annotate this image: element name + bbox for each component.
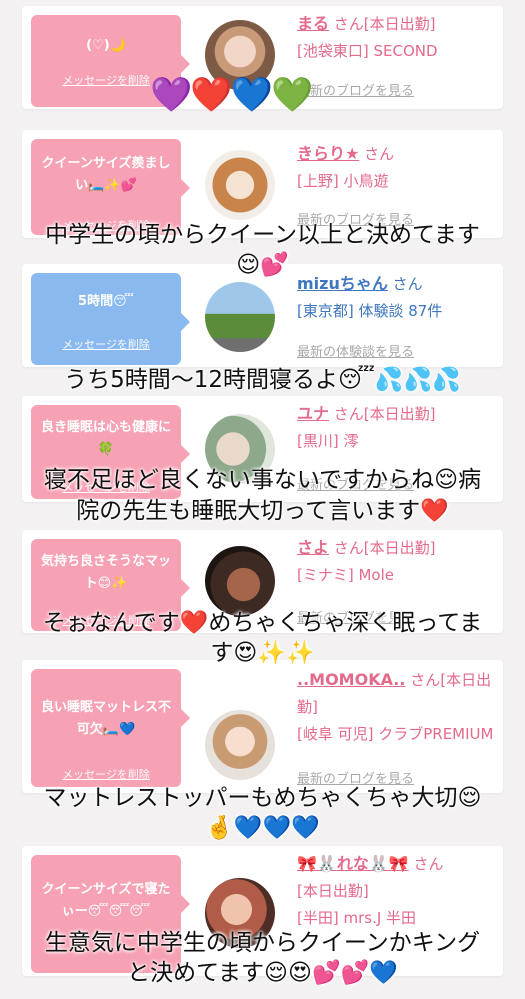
avatar[interactable] <box>205 150 275 220</box>
user-name-link[interactable]: まる <box>297 14 329 33</box>
message-text: 5時間😴 <box>78 294 134 309</box>
user-info: 🎀🐰れな🐰🎀 さん [本日出勤] [半田] mrs.J 半田 <box>297 850 497 932</box>
overlay-caption: うち5時間〜12時間寝るよ😴💦💦💦 <box>64 367 461 393</box>
overlay-caption: 生意気に中学生の頃からクイーンかキング <box>44 930 481 956</box>
user-name-link[interactable]: ユナ <box>297 404 329 423</box>
user-info: きらり★ さん [上野] 小鳥遊 <box>297 140 497 195</box>
overlay-caption: 🤞💙💙💙 <box>205 815 320 841</box>
view-reviews-link[interactable]: 最新の体験談を見る <box>297 341 414 360</box>
heart-emoji-overlay: 💜❤️💙💚 <box>150 75 313 115</box>
user-name-link[interactable]: さよ <box>297 538 329 557</box>
user-name-link[interactable]: ..MOMOKA.. <box>297 670 405 689</box>
message-text: クイーンサイズ羨ましい🛏️✨💕 <box>41 156 171 193</box>
overlay-caption: と決めてます😌😍💕💕💙 <box>127 960 398 986</box>
user-info: さよ さん[本日出勤] [ミナミ] Mole <box>297 534 497 589</box>
user-info: ユナ さん[本日出勤] [黒川] 澪 <box>297 400 497 455</box>
user-status: さん <box>364 145 395 163</box>
overlay-caption: そぉなんです❤️めちゃくちゃ深く眠ってま <box>42 610 483 636</box>
avatar[interactable] <box>205 710 275 780</box>
user-location: [黒川] 澪 <box>297 432 359 450</box>
delete-message-link[interactable]: メッセージを削除 <box>31 766 181 782</box>
message-text: (♡)🌙 <box>86 38 126 53</box>
message-text: 気持ち良さそうなマット😊✨ <box>41 554 172 591</box>
user-location: [上野] 小鳥遊 <box>297 172 389 190</box>
user-location: [東京都] 体験談 87件 <box>297 302 443 320</box>
user-status: さん[本日出勤] <box>333 539 436 557</box>
avatar[interactable] <box>205 282 275 352</box>
overlay-caption: 寝不足ほど良くない事ないですからね😌病 <box>43 467 482 493</box>
message-card: 良い睡眠マットレス不可欠🛏️💙 メッセージを削除 ..MOMOKA.. さん[本… <box>22 660 503 793</box>
message-bubble: 5時間😴 メッセージを削除 <box>31 273 190 365</box>
overlay-caption: 中学生の頃からクイーン以上と決めてます <box>45 222 480 248</box>
user-status: さん[本日出勤] <box>333 15 436 33</box>
view-blog-link[interactable]: 最新のブログを見る <box>297 80 414 99</box>
user-name-link[interactable]: きらり★ <box>297 144 359 163</box>
user-location: [池袋東口] SECOND <box>297 42 438 60</box>
user-name-link[interactable]: 🎀🐰れな🐰🎀 <box>297 854 409 873</box>
delete-message-link[interactable]: メッセージを削除 <box>31 336 181 352</box>
user-info: まる さん[本日出勤] [池袋東口] SECOND <box>297 10 497 65</box>
user-location: [半田] mrs.J 半田 <box>297 909 417 927</box>
overlay-caption: 院の先生も睡眠大切って言います❤️ <box>76 498 449 524</box>
avatar[interactable] <box>205 546 275 616</box>
user-status-today: [本日出勤] <box>297 882 369 900</box>
user-location: [ミナミ] Mole <box>297 566 394 584</box>
user-status: さん <box>413 855 444 873</box>
user-info: ..MOMOKA.. さん[本日出勤] [岐阜 可児] クラブPREMIUM <box>297 666 497 748</box>
user-location: [岐阜 可児] クラブPREMIUM <box>297 725 494 743</box>
overlay-caption: す😍✨✨ <box>210 640 315 666</box>
message-text: 良き睡眠は心も健康に🍀 <box>41 420 172 457</box>
message-text: クイーンサイズで寝たぃー😴😴😴 <box>41 882 171 919</box>
overlay-caption: 😌💕 <box>236 252 289 278</box>
message-bubble: 良い睡眠マットレス不可欠🛏️💙 メッセージを削除 <box>31 669 190 787</box>
message-text: 良い睡眠マットレス不可欠🛏️💙 <box>41 700 172 737</box>
overlay-caption: マットレストッパーもめちゃくちゃ大切😌 <box>43 785 482 811</box>
user-status: さん[本日出勤] <box>333 405 436 423</box>
